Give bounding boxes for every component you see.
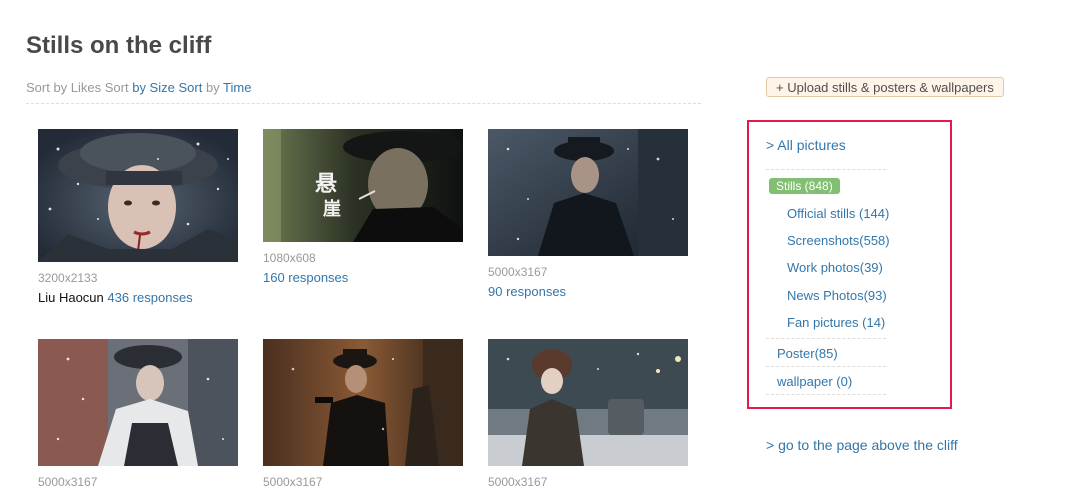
go-to-parent-page-link[interactable]: > go to the page above the cliff	[766, 437, 958, 453]
stills-category-badge[interactable]: Stills (848)	[769, 178, 840, 194]
divider	[766, 394, 886, 395]
photo-thumbnail[interactable]	[488, 339, 688, 471]
photo-meta: 90 responses	[488, 284, 688, 300]
sort-link[interactable]: Sort	[178, 80, 202, 95]
still-image-woman-in-street	[488, 339, 688, 466]
image-dimensions: 5000x3167	[488, 475, 548, 489]
photo-thumbnail[interactable]: 悬 崖	[263, 129, 463, 247]
divider	[766, 366, 886, 367]
photo-caption: Liu Haocun	[38, 290, 108, 305]
photo-thumbnail[interactable]	[488, 129, 688, 261]
category-official-stills[interactable]: Official stills (144)	[787, 206, 889, 222]
category-wallpaper[interactable]: wallpaper (0)	[777, 374, 852, 390]
divider	[766, 338, 886, 339]
category-news-photos[interactable]: News Photos(93)	[787, 288, 887, 304]
still-image-girl-in-snow	[38, 129, 238, 262]
photo-thumbnail[interactable]	[38, 129, 238, 267]
photo-item: 5000x3167	[38, 339, 238, 489]
still-image-man-in-coat	[488, 129, 688, 256]
photo-meta: Liu Haocun 436 responses	[38, 290, 238, 306]
sort-text: Sort by Likes Sort	[26, 80, 133, 95]
image-dimensions: 1080x608	[263, 251, 316, 265]
still-image-woman-against-wall	[38, 339, 238, 466]
category-panel: > All pictures Stills (848) Official sti…	[747, 120, 952, 409]
photo-item: 3200x2133 Liu Haocun 436 responses	[38, 129, 238, 306]
photo-item: 5000x3167 90 responses	[488, 129, 688, 300]
photo-thumbnail[interactable]	[38, 339, 238, 471]
still-image-man-smoking: 悬 崖	[263, 129, 463, 242]
svg-text:崖: 崖	[323, 198, 341, 220]
photo-item: 悬 崖 1080x608 160 responses	[263, 129, 463, 286]
category-fan-pictures[interactable]: Fan pictures (14)	[787, 315, 885, 331]
photo-item: 5000x3167	[263, 339, 463, 489]
poster-calligraphy: 悬	[315, 171, 337, 197]
still-image-man-with-gun	[263, 339, 463, 466]
category-poster[interactable]: Poster(85)	[777, 346, 838, 362]
responses-link[interactable]: 160 responses	[263, 270, 348, 285]
image-dimensions: 5000x3167	[488, 265, 548, 279]
sort-bar: Sort by Likes Sort by Size Sort by Time	[26, 78, 701, 104]
image-dimensions: 5000x3167	[38, 475, 98, 489]
photo-thumbnail[interactable]	[263, 339, 463, 471]
image-dimensions: 5000x3167	[263, 475, 323, 489]
responses-link[interactable]: 90 responses	[488, 284, 566, 299]
sort-by-time-link[interactable]: Time	[223, 80, 251, 95]
upload-button[interactable]: + Upload stills & posters & wallpapers	[766, 77, 1004, 97]
sort-by-size-link[interactable]: by Size	[132, 80, 175, 95]
divider	[766, 169, 886, 170]
category-work-photos[interactable]: Work photos(39)	[787, 260, 883, 276]
all-pictures-link[interactable]: > All pictures	[766, 137, 846, 153]
responses-link[interactable]: 436 responses	[107, 290, 192, 305]
image-dimensions: 3200x2133	[38, 271, 98, 285]
category-screenshots[interactable]: Screenshots(558)	[787, 233, 890, 249]
page-title: Stills on the cliff	[26, 32, 212, 59]
photo-item: 5000x3167	[488, 339, 688, 489]
photo-meta: 160 responses	[263, 270, 463, 286]
